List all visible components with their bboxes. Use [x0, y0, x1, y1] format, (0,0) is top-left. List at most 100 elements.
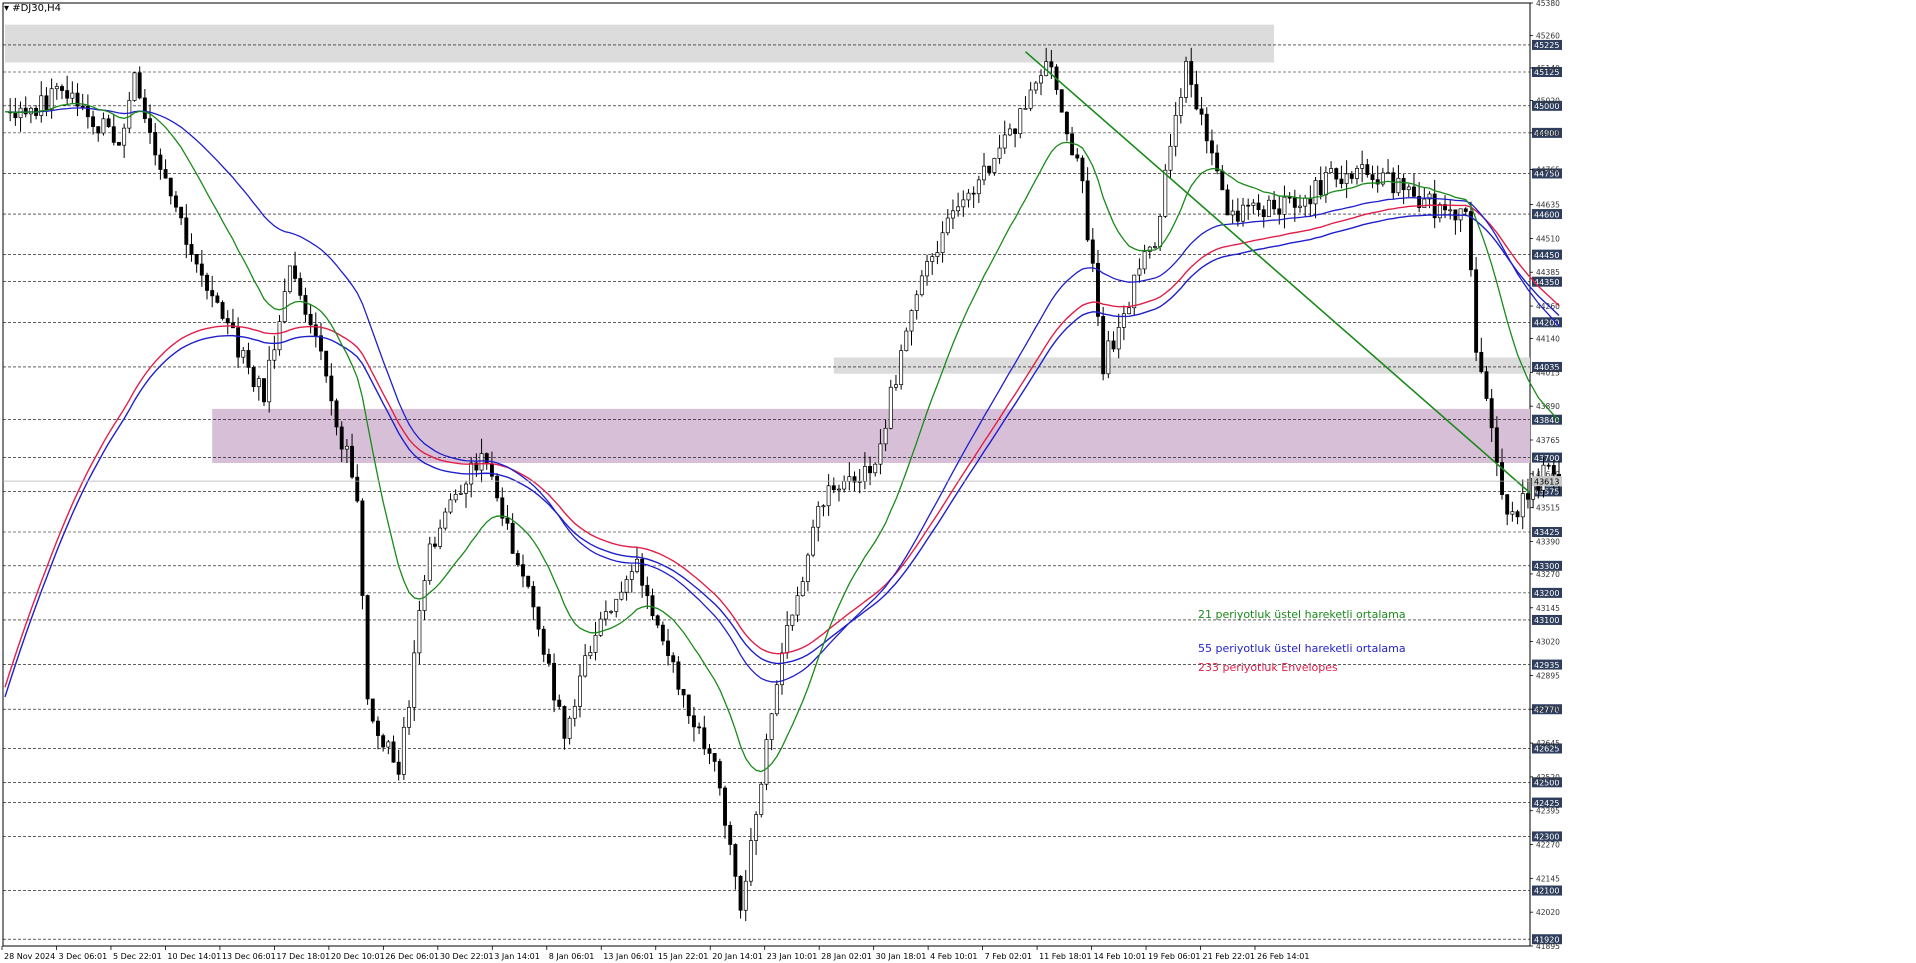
candle-body	[1075, 154, 1080, 159]
x-tick-label-13: 20 Jan 14:01	[712, 952, 763, 961]
y-tick-label-3: 45020	[1536, 96, 1560, 105]
candle-body	[479, 453, 484, 471]
candle-body	[1344, 173, 1349, 185]
candle-body	[1525, 493, 1530, 500]
candle-body	[153, 131, 158, 156]
candle-body	[360, 500, 365, 596]
legend-envelopes: 233 periyotluk Envelopes	[1198, 661, 1338, 674]
candle-body	[1370, 174, 1375, 181]
candle-body	[1028, 89, 1033, 109]
candle-body	[339, 426, 344, 450]
candle-body	[743, 880, 748, 911]
candle-body	[1277, 208, 1282, 215]
candle-body	[1349, 173, 1354, 179]
candle-body	[940, 232, 945, 253]
candle-body	[857, 481, 862, 483]
candle-body	[18, 107, 23, 119]
price-chart[interactable]: 4522545125450004490044750446004445044350…	[0, 0, 1916, 963]
y-tick-label-23: 42520	[1536, 773, 1560, 782]
x-tick-label-15: 28 Jan 02:01	[821, 952, 872, 961]
x-tick-label-21: 19 Feb 06:01	[1148, 952, 1200, 961]
y-tick-label-8: 44385	[1536, 268, 1560, 277]
candle-body	[723, 787, 727, 826]
candle-body	[774, 684, 779, 715]
x-tick-label-7: 26 Dec 06:01	[385, 952, 439, 961]
x-tick-label-22: 21 Feb 22:01	[1203, 952, 1255, 961]
candle-body	[1386, 172, 1391, 175]
candle-body	[210, 290, 215, 297]
candle-body	[298, 278, 303, 296]
y-tick-label-6: 44635	[1536, 201, 1560, 210]
candle-body	[1272, 199, 1277, 210]
candle-body	[225, 318, 230, 324]
candle-body	[805, 554, 810, 582]
y-tick-label-13: 43765	[1536, 436, 1560, 445]
candle-body	[671, 655, 676, 663]
candle-body	[526, 575, 531, 587]
candle-body	[1551, 465, 1556, 475]
candle-body	[1437, 204, 1442, 219]
candle-body	[324, 350, 329, 377]
candle-body	[733, 844, 738, 877]
x-tick-label-16: 30 Jan 18:01	[876, 952, 927, 961]
candle-body	[738, 875, 743, 911]
candle-body	[1235, 210, 1240, 222]
candle-body	[681, 688, 686, 696]
y-tick-label-1: 45260	[1536, 31, 1560, 40]
dropdown-triangle-icon[interactable]: ▾	[4, 3, 9, 14]
level-label-16: 43100	[1534, 616, 1559, 625]
candle-body	[598, 618, 603, 636]
candle-body	[650, 595, 655, 617]
candle-body	[1018, 108, 1023, 135]
candle-body	[407, 707, 411, 728]
candle-body	[246, 350, 251, 368]
candle-body	[1365, 164, 1370, 176]
candle-body	[1292, 197, 1297, 208]
candle-body	[660, 624, 665, 642]
candle-body	[935, 252, 940, 258]
chart-title-bar[interactable]: ▾ #DJ30,H4	[4, 3, 61, 14]
candle-body	[484, 453, 489, 465]
candle-body	[91, 116, 96, 127]
candle-body	[1142, 251, 1147, 270]
candle-body	[267, 359, 272, 403]
level-label-0: 45225	[1534, 41, 1559, 50]
candle-body	[1329, 168, 1334, 173]
candle-body	[251, 367, 256, 388]
zone-0	[5, 24, 1275, 63]
y-tick-label-24: 42395	[1536, 807, 1560, 816]
candle-body	[1484, 371, 1489, 399]
level-label-6: 44450	[1534, 251, 1559, 260]
candle-body	[39, 95, 44, 116]
candle-body	[1085, 180, 1090, 241]
candle-body	[427, 543, 432, 581]
candle-body	[1298, 205, 1302, 208]
candle-body	[1515, 511, 1520, 518]
y-tick-label-15: 43515	[1536, 504, 1560, 513]
candle-body	[982, 165, 986, 181]
candle-body	[572, 706, 577, 719]
candle-body	[464, 483, 468, 494]
candle-body	[1458, 208, 1463, 221]
candle-body	[65, 90, 70, 99]
candle-body	[914, 294, 919, 311]
candle-body	[1101, 316, 1106, 375]
y-tick-label-4: 44900	[1536, 129, 1560, 138]
candle-body	[1225, 189, 1230, 216]
candle-body	[236, 327, 241, 358]
level-label-15: 43200	[1534, 589, 1559, 598]
candle-body	[101, 118, 106, 134]
x-tick-label-12: 15 Jan 22:01	[658, 952, 709, 961]
candle-body	[635, 558, 639, 572]
candle-body	[728, 824, 733, 845]
candle-body	[1039, 75, 1043, 84]
candle-body	[1002, 134, 1007, 149]
candle-body	[992, 158, 997, 173]
candle-body	[717, 761, 722, 789]
candle-body	[199, 263, 204, 276]
candle-body	[800, 581, 805, 597]
candle-body	[489, 463, 494, 477]
candle-body	[381, 735, 386, 748]
candle-body	[1282, 196, 1287, 215]
candle-body	[13, 112, 18, 119]
